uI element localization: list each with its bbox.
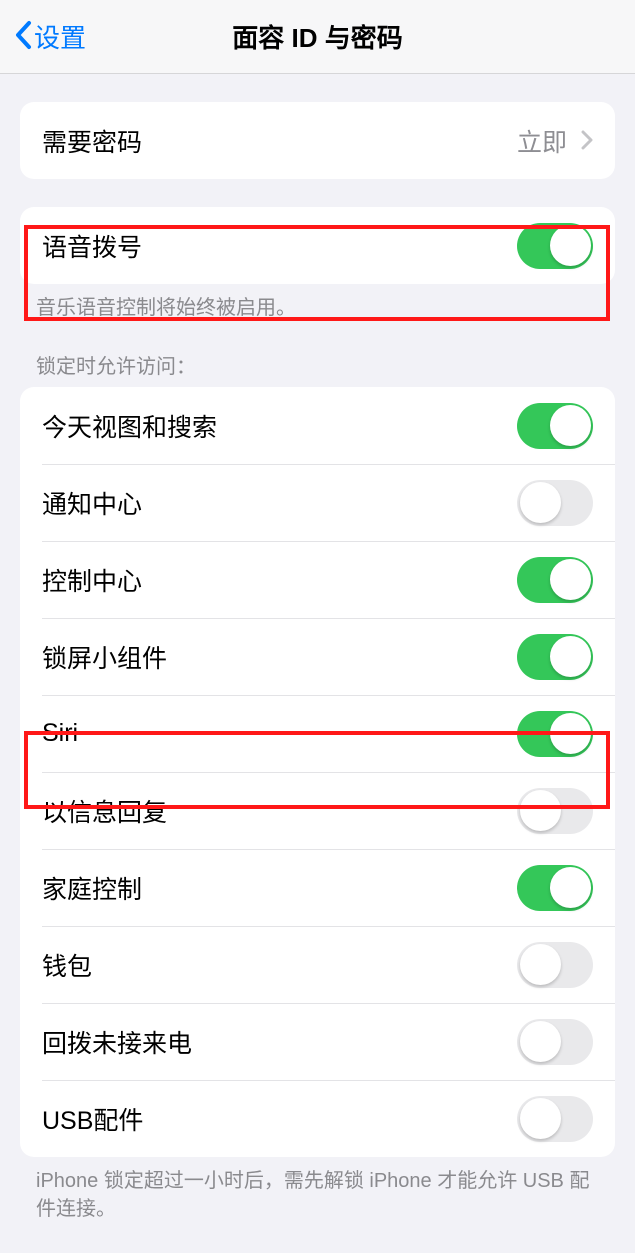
back-label: 设置 [34, 18, 86, 55]
lock-access-group: 今天视图和搜索通知中心控制中心锁屏小组件 Siri 以信息回复家庭控制钱包回拨未接来… [20, 387, 615, 1157]
switch-knob [550, 405, 591, 446]
lock-access-switch[interactable] [517, 1096, 593, 1142]
lock-access-cell: 通知中心 [20, 464, 615, 541]
switch-knob [550, 559, 591, 600]
lock-access-cell: 今天视图和搜索 [20, 387, 615, 464]
lock-access-cell: Siri [20, 695, 615, 772]
lock-access-label: 以信息回复 [42, 793, 167, 829]
require-passcode-label: 需要密码 [42, 123, 142, 159]
require-passcode-value: 立即 [517, 123, 593, 159]
switch-knob [520, 482, 561, 523]
back-button[interactable]: 设置 [0, 17, 86, 57]
voice-dial-switch[interactable] [517, 223, 593, 269]
page-title: 面容 ID 与密码 [232, 18, 402, 55]
lock-access-cell: 以信息回复 [20, 772, 615, 849]
voice-dial-group: 语音拨号 [20, 207, 615, 284]
lock-access-label: 钱包 [42, 947, 92, 983]
switch-knob [520, 1098, 561, 1139]
switch-knob [550, 713, 591, 754]
lock-access-switch[interactable] [517, 557, 593, 603]
lock-access-switch[interactable] [517, 865, 593, 911]
lock-access-switch[interactable] [517, 1019, 593, 1065]
switch-knob [520, 944, 561, 985]
lock-access-label: 通知中心 [42, 485, 142, 521]
lock-access-label: 家庭控制 [42, 870, 142, 906]
lock-access-switch[interactable] [517, 480, 593, 526]
lock-access-cell: 控制中心 [20, 541, 615, 618]
lock-access-label: 回拨未接来电 [42, 1024, 192, 1060]
require-passcode-cell[interactable]: 需要密码 立即 [20, 102, 615, 179]
switch-knob [550, 225, 591, 266]
voice-dial-cell: 语音拨号 [20, 207, 615, 284]
lock-access-label: Siri [42, 719, 78, 748]
switch-knob [520, 1021, 561, 1062]
navigation-bar: 设置 面容 ID 与密码 [0, 0, 635, 74]
switch-knob [550, 636, 591, 677]
lock-access-cell: 钱包 [20, 926, 615, 1003]
lock-access-label: 锁屏小组件 [42, 639, 167, 675]
lock-access-switch[interactable] [517, 403, 593, 449]
lock-access-switch[interactable] [517, 634, 593, 680]
lock-access-switch[interactable] [517, 711, 593, 757]
lock-access-cell: 回拨未接来电 [20, 1003, 615, 1080]
switch-knob [520, 790, 561, 831]
lock-access-cell: 家庭控制 [20, 849, 615, 926]
lock-access-label: USB配件 [42, 1101, 143, 1137]
passcode-group: 需要密码 立即 [20, 102, 615, 179]
switch-knob [550, 867, 591, 908]
lock-access-footer: iPhone 锁定超过一小时后，需先解锁 iPhone 才能允许 USB 配件连… [0, 1157, 635, 1223]
lock-access-label: 今天视图和搜索 [42, 408, 217, 444]
lock-access-label: 控制中心 [42, 562, 142, 598]
lock-access-header: 锁定时允许访问： [0, 322, 635, 387]
lock-access-switch[interactable] [517, 942, 593, 988]
lock-access-cell: USB配件 [20, 1080, 615, 1157]
voice-dial-label: 语音拨号 [42, 228, 142, 264]
lock-access-cell: 锁屏小组件 [20, 618, 615, 695]
chevron-right-icon [581, 125, 593, 157]
voice-dial-footer: 音乐语音控制将始终被启用。 [0, 284, 635, 322]
chevron-left-icon [14, 17, 32, 57]
lock-access-switch[interactable] [517, 788, 593, 834]
